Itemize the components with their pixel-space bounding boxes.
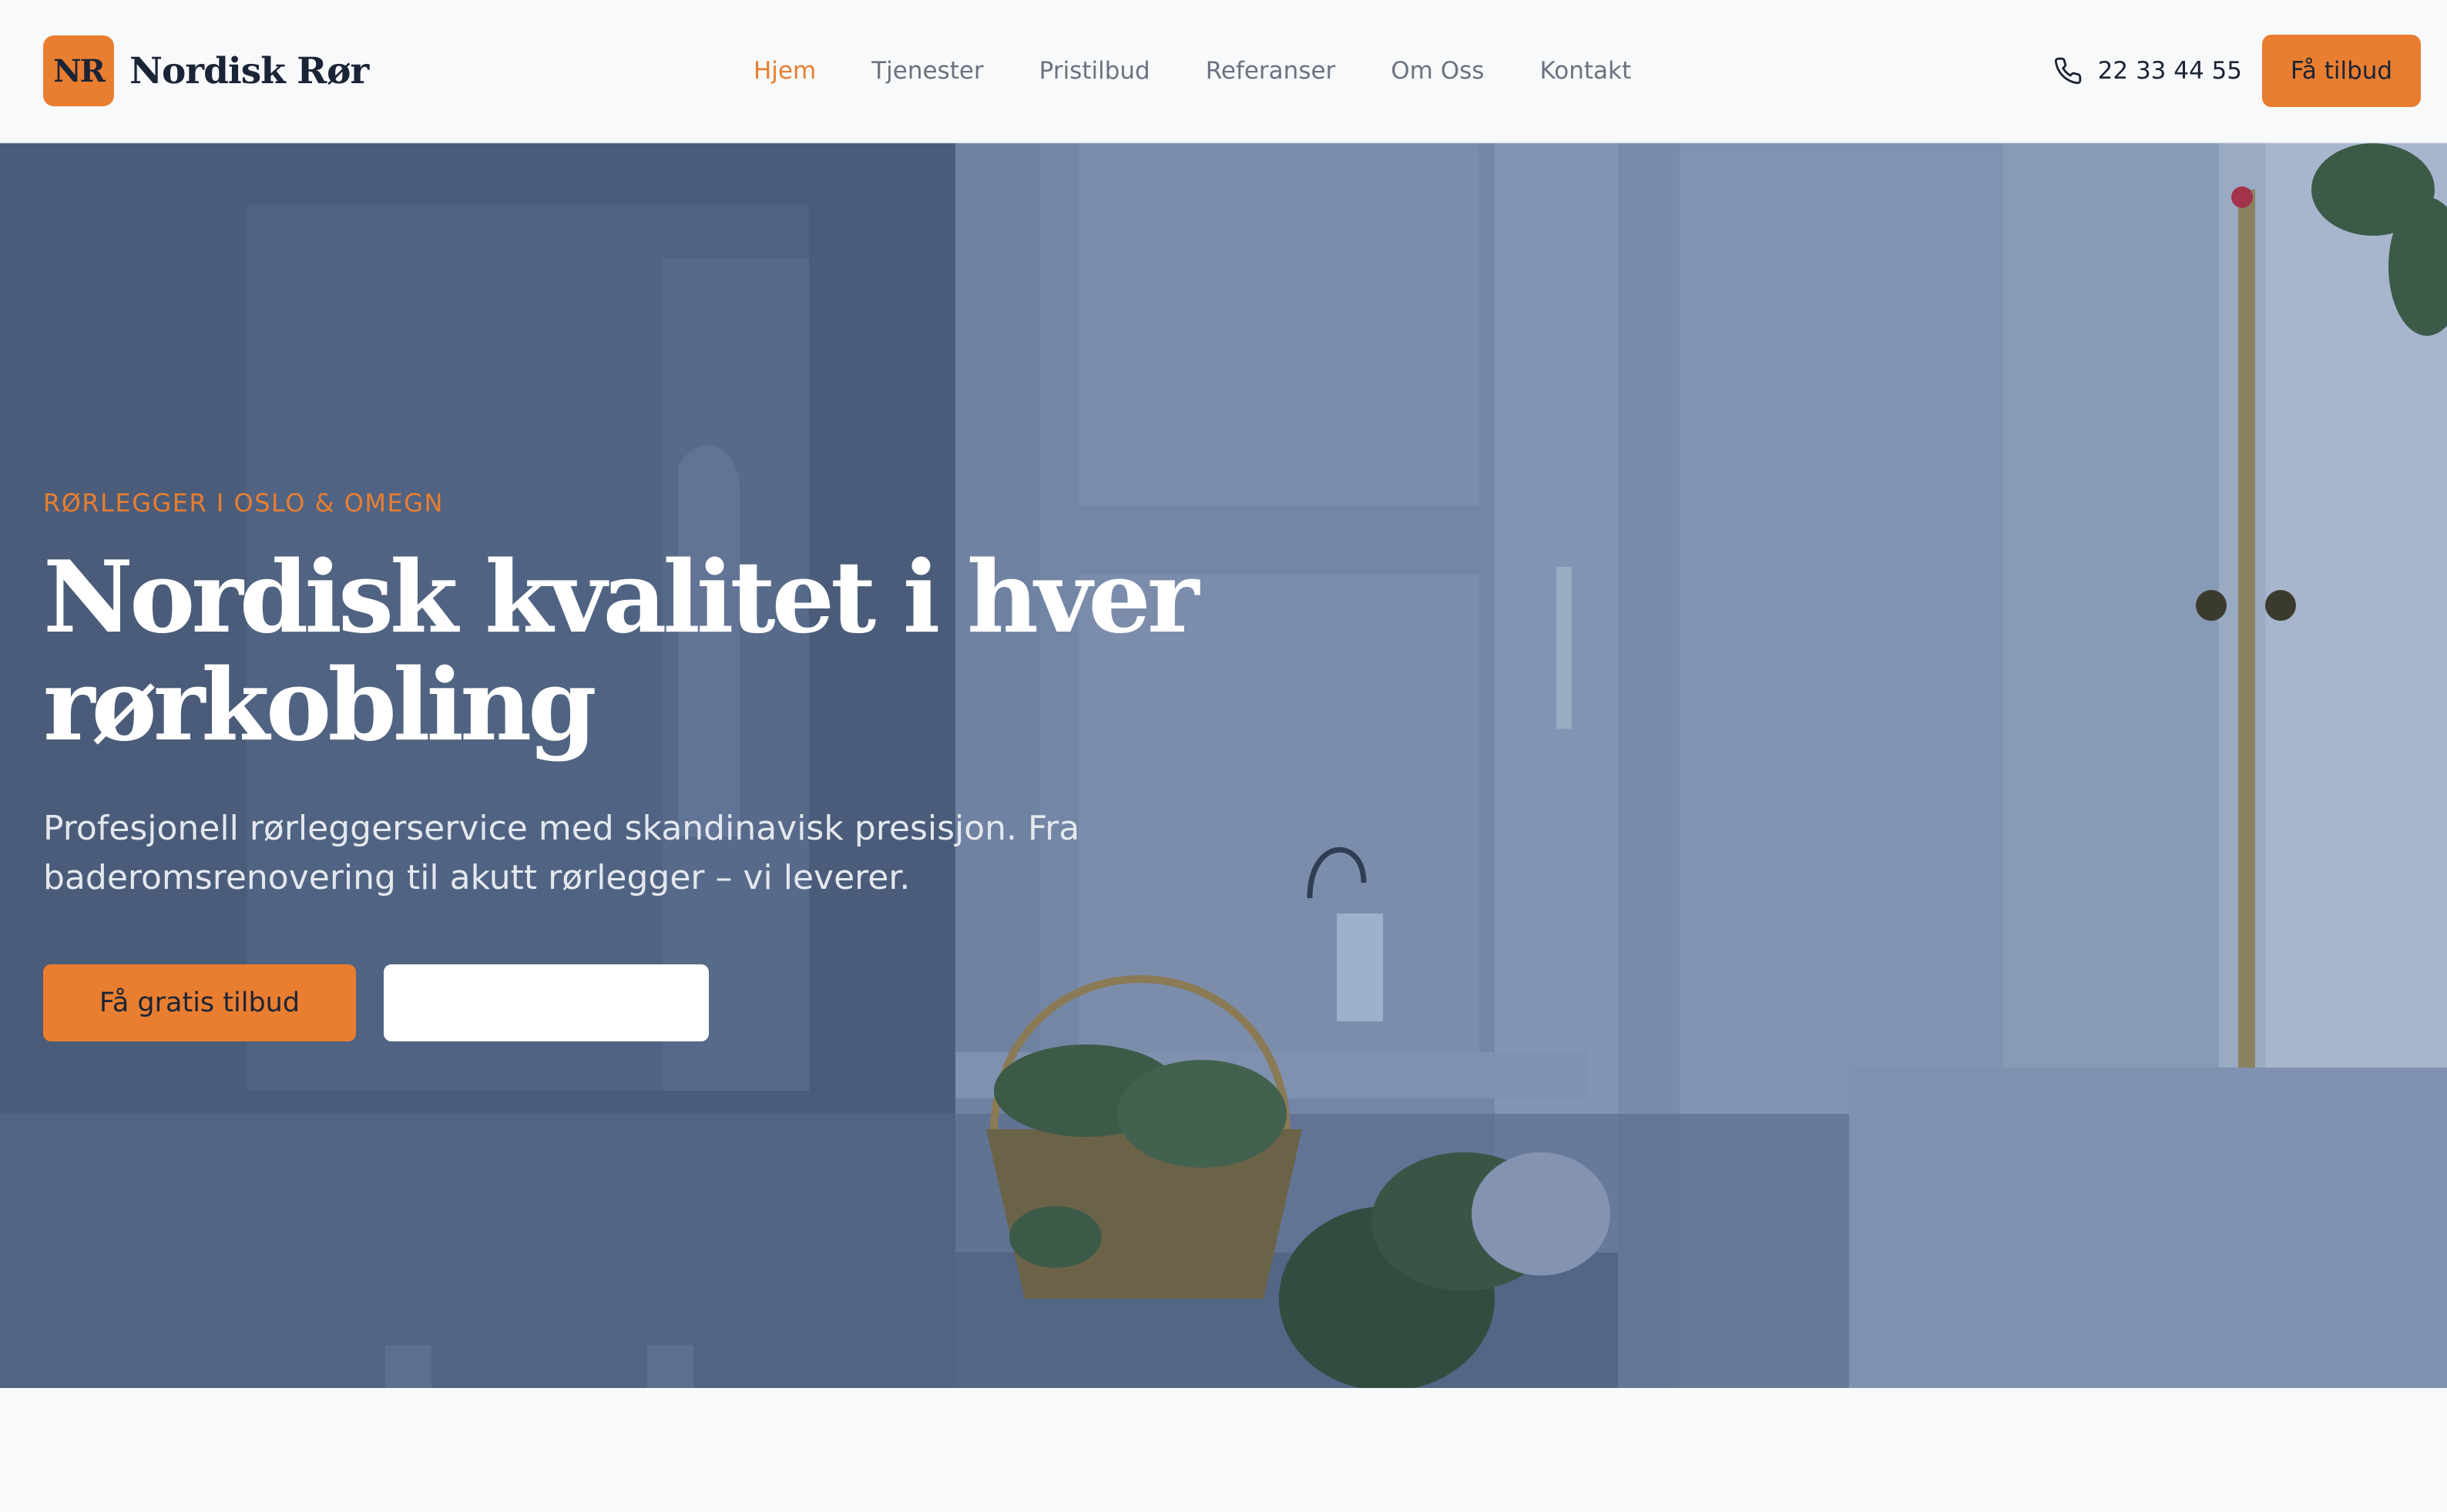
phone-icon — [2054, 57, 2081, 85]
hero-title: Nordisk kvalitet i hver rørkobling — [43, 540, 1199, 763]
hero-subtitle: Profesjonell rørleggerservice med skandi… — [43, 809, 1080, 897]
main-nav: Hjem Tjenester Pristilbud Referanser Om … — [754, 46, 1631, 96]
logo-link[interactable]: NR Nordisk Rør — [43, 35, 369, 106]
secondary-hero-button[interactable] — [384, 964, 709, 1041]
site-header: NR Nordisk Rør Hjem Tjenester Pristilbud… — [0, 0, 2447, 143]
nav-item-pristilbud[interactable]: Pristilbud — [1039, 57, 1150, 85]
logo-mark: NR — [43, 35, 114, 106]
nav-item-kontakt[interactable]: Kontakt — [1539, 57, 1631, 85]
nav-item-referanser[interactable]: Referanser — [1206, 57, 1336, 85]
hero-background-image — [0, 143, 2447, 1388]
nav-item-hjem[interactable]: Hjem — [754, 57, 816, 85]
next-section — [0, 1388, 2447, 1512]
nav-item-tjenester[interactable]: Tjenester — [871, 57, 983, 85]
phone-link[interactable]: 22 33 44 55 — [2053, 46, 2242, 96]
phone-number: 22 33 44 55 — [2097, 57, 2242, 85]
logo-text: Nordisk Rør — [129, 49, 369, 92]
get-quote-button[interactable]: Få tilbud — [2262, 35, 2421, 107]
nav-item-om-oss[interactable]: Om Oss — [1391, 57, 1484, 85]
hero-section: RØRLEGGER I OSLO & OMEGN Nordisk kvalite… — [0, 143, 2447, 1388]
free-quote-button[interactable]: Få gratis tilbud — [43, 964, 356, 1041]
hero-eyebrow: RØRLEGGER I OSLO & OMEGN — [43, 488, 444, 518]
